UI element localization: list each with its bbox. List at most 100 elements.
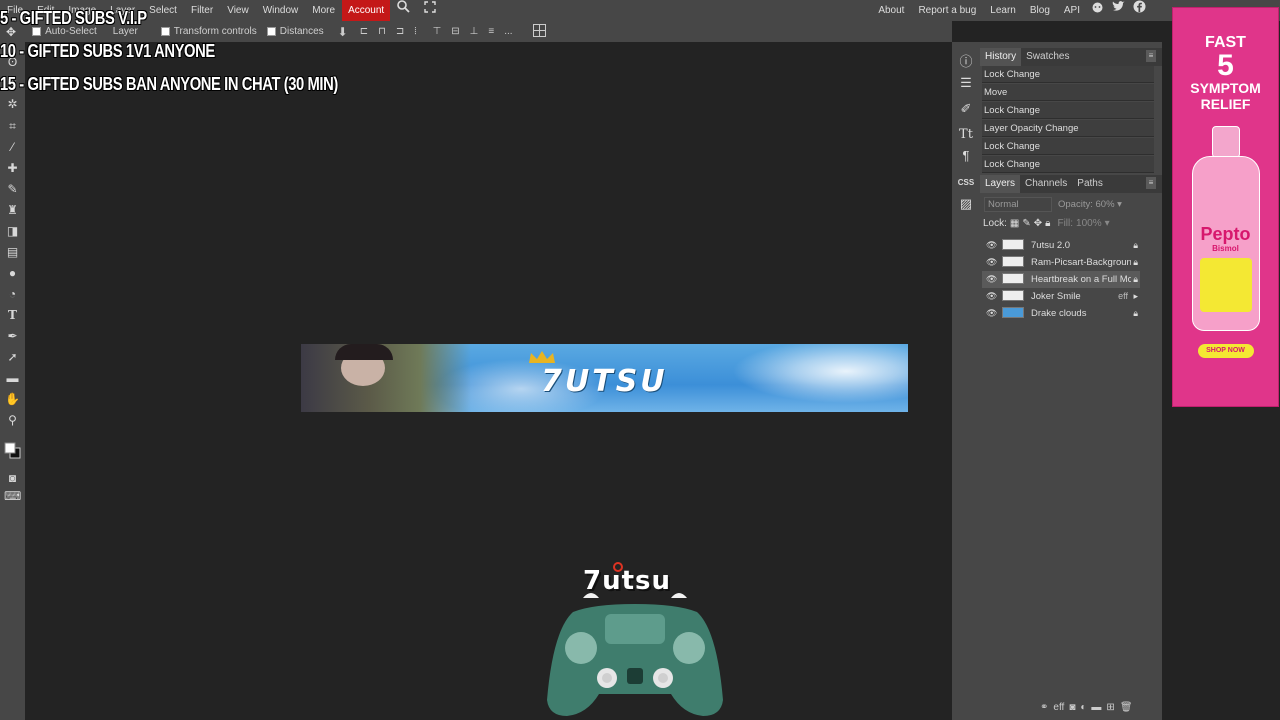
ad-banner[interactable]: FAST 5 SYMPTOM RELIEF Pepto Bismol SHOP … <box>1172 7 1279 407</box>
search-icon[interactable] <box>390 0 417 21</box>
color-swatches-icon[interactable] <box>4 442 21 459</box>
eye-icon[interactable]: 👁︎ <box>986 305 997 322</box>
clone-stamp-icon[interactable]: ♜ <box>4 202 21 219</box>
eyedropper-icon[interactable]: ⁄ <box>4 139 21 156</box>
pen-tool-icon[interactable]: ✒ <box>4 328 21 345</box>
eye-icon[interactable]: 👁︎ <box>986 271 997 288</box>
transform-controls-checkbox[interactable]: Transform controls <box>160 26 257 37</box>
add-mask-icon[interactable]: ◙ <box>1069 702 1075 713</box>
eraser-icon[interactable]: ◨ <box>4 223 21 240</box>
type-tool-icon[interactable]: T <box>4 307 21 324</box>
magic-wand-icon[interactable]: ✲ <box>4 96 21 113</box>
crop-tool-icon[interactable]: ⌗ <box>4 118 21 135</box>
tab-channels[interactable]: Channels <box>1020 175 1072 193</box>
layer-row[interactable]: 👁︎ Ram-Picsart-Background 🔒︎ <box>982 254 1140 271</box>
brush-tool-icon[interactable]: ✎ <box>4 181 21 198</box>
lock-paint-icon[interactable]: ✎ <box>1022 218 1030 229</box>
menu-report-bug[interactable]: Report a bug <box>911 0 983 21</box>
healing-brush-icon[interactable]: ✚ <box>4 160 21 177</box>
lock-all-icon[interactable]: 🔒︎ <box>1045 218 1050 229</box>
quick-mask-icon[interactable]: ◙ <box>4 470 21 487</box>
new-layer-icon[interactable]: ⊞ <box>1106 702 1114 713</box>
fill-dropdown-icon[interactable]: ▾ <box>1105 218 1110 229</box>
expand-arrow-icon[interactable]: ▸ <box>1133 288 1138 305</box>
shape-tool-icon[interactable]: ▬ <box>4 370 21 387</box>
new-folder-icon[interactable]: ▬ <box>1091 702 1101 713</box>
download-icon[interactable]: ⬇ <box>338 25 348 39</box>
blur-tool-icon[interactable]: ● <box>4 265 21 282</box>
info-icon[interactable]: ⓘ <box>957 53 975 71</box>
history-item[interactable]: Move <box>982 84 1154 101</box>
align-middle-icon[interactable]: ⊟ <box>451 26 459 37</box>
distribute-icon[interactable]: ⦙ <box>414 26 416 37</box>
path-select-icon[interactable]: ➚ <box>4 349 21 366</box>
menu-api[interactable]: API <box>1057 0 1087 21</box>
adjustment-layer-icon[interactable]: ◐ <box>1080 702 1086 713</box>
history-item[interactable]: Lock Change <box>982 138 1154 155</box>
grid-icon[interactable] <box>532 23 546 40</box>
css-icon[interactable]: CSS <box>957 174 975 192</box>
paragraph-icon[interactable]: ¶ <box>957 147 975 165</box>
menu-learn[interactable]: Learn <box>983 0 1023 21</box>
overlay-line-2: 10 - GIFTED SUBS 1V1 ANYONE <box>0 41 215 61</box>
link-layers-icon[interactable]: ⚭ <box>1040 702 1048 713</box>
fullscreen-icon[interactable] <box>417 0 443 21</box>
menu-select[interactable]: Select <box>142 0 184 21</box>
distribute-v-icon[interactable]: ≡ <box>488 26 494 37</box>
menu-blog[interactable]: Blog <box>1023 0 1057 21</box>
layer-row[interactable]: 👁︎ Drake clouds 🔒︎ <box>982 305 1140 322</box>
lock-move-icon[interactable]: ✥ <box>1034 218 1042 229</box>
tab-paths[interactable]: Paths <box>1072 175 1108 193</box>
lock-transparency-icon[interactable]: ▦ <box>1010 218 1019 229</box>
gradient-tool-icon[interactable]: ▤ <box>4 244 21 261</box>
layer-row[interactable]: 👁︎ Joker Smile eff ▸ <box>982 288 1140 305</box>
brush-settings-icon[interactable]: ✐ <box>957 100 975 118</box>
eye-icon[interactable]: 👁︎ <box>986 237 997 254</box>
distances-checkbox[interactable]: Distances <box>266 26 324 37</box>
keyboard-icon[interactable]: ⌨ <box>4 488 21 505</box>
align-center-icon[interactable]: ⊓ <box>378 26 386 37</box>
zoom-tool-icon[interactable]: ⚲ <box>4 412 21 429</box>
canvas-area[interactable]: 7UTSU 7utsu <box>25 42 952 720</box>
image-icon[interactable]: ▨ <box>957 195 975 213</box>
align-left-icon[interactable]: ⊏ <box>360 26 368 37</box>
dodge-tool-icon[interactable]: ◔ <box>4 286 21 303</box>
menu-view[interactable]: View <box>220 0 256 21</box>
account-button[interactable]: Account <box>342 0 391 21</box>
history-item[interactable]: Lock Change <box>982 66 1154 83</box>
opacity-label: Opacity: <box>1058 199 1093 210</box>
adjustments-icon[interactable]: ☰ <box>957 74 975 92</box>
menu-more[interactable]: More <box>305 0 342 21</box>
tab-swatches[interactable]: Swatches <box>1021 48 1074 66</box>
tab-history[interactable]: History <box>980 48 1022 66</box>
hand-tool-icon[interactable]: ✋ <box>4 391 21 408</box>
history-item[interactable]: Lock Change <box>982 156 1154 173</box>
character-icon[interactable]: Tt <box>957 126 975 144</box>
ad-shop-now-button[interactable]: SHOP NOW <box>1197 344 1254 358</box>
align-right-icon[interactable]: ⊐ <box>396 26 404 37</box>
layer-row[interactable]: 👁︎ 7utsu 2.0 🔒︎ <box>982 237 1140 254</box>
opacity-control[interactable]: Opacity: 60% ▾ <box>1058 199 1122 210</box>
facebook-icon[interactable] <box>1129 0 1150 21</box>
menu-filter[interactable]: Filter <box>184 0 220 21</box>
align-top-icon[interactable]: ⊤ <box>433 26 442 37</box>
more-options[interactable]: ... <box>504 26 512 37</box>
opacity-dropdown-icon[interactable]: ▾ <box>1117 199 1122 210</box>
layer-row-selected[interactable]: 👁︎ Heartbreak on a Full Moon 🔒︎ <box>982 271 1140 288</box>
panel-menu-icon[interactable]: ≡ <box>1146 50 1156 62</box>
blend-mode-select[interactable]: Normal <box>984 197 1052 212</box>
menu-about[interactable]: About <box>871 0 911 21</box>
tab-layers[interactable]: Layers <box>980 175 1021 193</box>
layers-menu-icon[interactable]: ≡ <box>1146 177 1156 189</box>
reddit-icon[interactable] <box>1087 0 1108 21</box>
align-bottom-icon[interactable]: ⊥ <box>470 26 479 37</box>
layer-effects-label[interactable]: eff <box>1118 288 1128 305</box>
eye-icon[interactable]: 👁︎ <box>986 254 997 271</box>
eye-icon[interactable]: 👁︎ <box>986 288 997 305</box>
menu-window[interactable]: Window <box>256 0 306 21</box>
twitter-icon[interactable] <box>1108 0 1129 21</box>
history-item[interactable]: Layer Opacity Change <box>982 120 1154 137</box>
history-item[interactable]: Lock Change <box>982 102 1154 119</box>
layer-effects-icon[interactable]: eff <box>1053 702 1064 713</box>
delete-layer-icon[interactable]: 🗑︎ <box>1120 702 1133 713</box>
